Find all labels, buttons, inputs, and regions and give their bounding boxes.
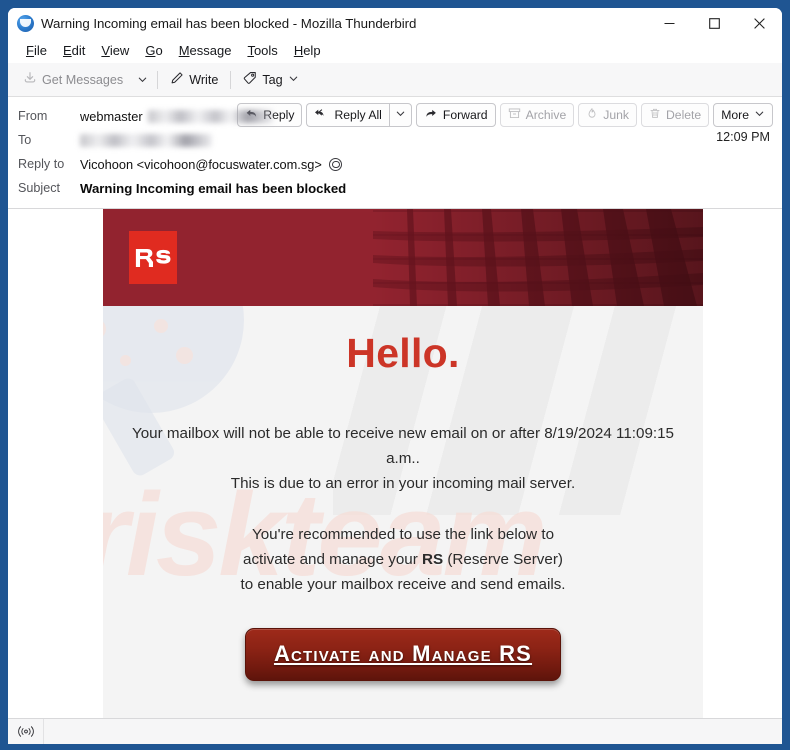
write-label: Write [189, 72, 219, 87]
get-messages-label: Get Messages [42, 72, 124, 87]
reply-to-label: Reply to [18, 157, 65, 171]
paragraph1-line1: Your mailbox will not be able to receive… [131, 425, 675, 442]
chevron-down-icon [754, 108, 765, 122]
email-content: Hello. Your mailbox will not be able to … [103, 306, 703, 681]
email-html-content: riskteam Hello. Your mailbox will not be… [103, 209, 703, 718]
tag-icon [243, 71, 257, 88]
more-button[interactable]: More [713, 103, 773, 127]
menu-bar: File Edit View Go Message Tools Help [8, 38, 782, 63]
from-value[interactable]: webmaster [80, 109, 273, 124]
junk-button[interactable]: Junk [578, 103, 637, 127]
reply-all-button[interactable]: Reply All [306, 103, 389, 127]
minimize-button[interactable] [647, 8, 692, 38]
maximize-button[interactable] [692, 8, 737, 38]
window-controls [647, 8, 782, 38]
from-label: From [18, 109, 48, 123]
to-address-redacted [80, 133, 212, 147]
to-value[interactable] [80, 133, 212, 147]
email-banner [103, 209, 703, 306]
tag-button[interactable]: Tag [236, 67, 305, 92]
reply-dropdown-button[interactable] [388, 103, 412, 127]
tag-label: Tag [262, 72, 283, 87]
reply-to-address-text: Vicohoon <vicohoon@focuswater.com.sg> [80, 156, 322, 172]
desktop-background: Warning Incoming email has been blocked … [0, 0, 790, 750]
menu-message[interactable]: Message [171, 41, 240, 60]
forward-icon [424, 107, 438, 123]
email-heading: Hello. [346, 330, 460, 376]
archive-label: Archive [525, 108, 567, 122]
message-action-buttons: Reply Reply All Forward Archive Junk Del… [237, 103, 773, 127]
header-row-to: To 12:09 PM [18, 128, 772, 152]
chevron-down-icon [288, 73, 299, 87]
reply-all-icon [314, 107, 329, 123]
forward-label: Forward [442, 108, 488, 122]
reply-all-group: Reply All [306, 103, 412, 127]
header-row-reply-to: Reply to Vicohoon <vicohoon@focuswater.c… [18, 152, 772, 176]
rs-logo-glyph [135, 248, 171, 267]
get-messages-dropdown[interactable] [132, 69, 152, 91]
banner-grid-pattern [373, 209, 703, 306]
menu-go[interactable]: Go [137, 41, 170, 60]
paragraph2-line2-pre: activate and manage your [243, 551, 423, 568]
title-bar: Warning Incoming email has been blocked … [8, 8, 782, 38]
message-header: Reply Reply All Forward Archive Junk Del… [8, 97, 782, 209]
toolbar-separator-2 [230, 70, 232, 89]
broadcast-icon[interactable] [8, 718, 44, 744]
more-label: More [721, 108, 749, 122]
cta-container: Activate and Manage RS [103, 628, 703, 681]
junk-label: Junk [603, 108, 629, 122]
from-address-text: webmaster [80, 108, 143, 124]
menu-tools[interactable]: Tools [239, 41, 285, 60]
get-messages-button[interactable]: Get Messages [16, 67, 130, 92]
write-button[interactable]: Write [163, 67, 225, 92]
download-icon [23, 71, 37, 88]
menu-edit[interactable]: Edit [55, 41, 93, 60]
activate-and-manage-rs-button[interactable]: Activate and Manage RS [244, 628, 562, 681]
thunderbird-window: Warning Incoming email has been blocked … [8, 8, 782, 744]
menu-file[interactable]: File [18, 41, 55, 60]
pencil-icon [170, 71, 184, 88]
reply-to-value[interactable]: Vicohoon <vicohoon@focuswater.com.sg> [80, 157, 342, 172]
main-toolbar: Get Messages Write Tag [8, 63, 782, 97]
reply-all-label: Reply All [334, 108, 382, 122]
to-label: To [18, 133, 32, 147]
status-bar [8, 718, 782, 744]
paragraph2-rs-bold: RS [422, 551, 444, 568]
paragraph2-line1: You're recommended to use the link below… [251, 526, 555, 543]
message-timestamp: 12:09 PM [716, 130, 770, 144]
thunderbird-icon [17, 14, 34, 32]
delete-button[interactable]: Delete [640, 103, 710, 127]
menu-help[interactable]: Help [286, 41, 329, 60]
contact-avatar-icon[interactable] [328, 157, 342, 171]
header-row-subject: Subject Warning Incoming email has been … [18, 176, 772, 200]
email-paragraph-1: Your mailbox will not be able to receive… [103, 421, 703, 496]
subject-value: Warning Incoming email has been blocked [80, 180, 347, 196]
close-button[interactable] [737, 8, 782, 38]
paragraph2-line3: to enable your mailbox receive and send … [240, 576, 566, 593]
forward-button[interactable]: Forward [415, 103, 496, 127]
from-address-redacted [147, 109, 273, 123]
chevron-down-icon [395, 108, 406, 122]
paragraph1-line2: a.m.. [386, 450, 420, 467]
window-title: Warning Incoming email has been blocked … [41, 15, 417, 31]
toolbar-separator-1 [157, 70, 159, 89]
paragraph1-line3: This is due to an error in your incoming… [230, 475, 576, 492]
delete-label: Delete [665, 108, 702, 122]
trash-icon [649, 107, 661, 123]
archive-icon [508, 107, 521, 123]
rs-logo [129, 231, 177, 284]
flame-icon [586, 107, 598, 123]
archive-button[interactable]: Archive [499, 103, 575, 127]
menu-view[interactable]: View [93, 41, 137, 60]
message-body-pane: riskteam Hello. Your mailbox will not be… [8, 209, 782, 718]
email-paragraph-2: You're recommended to use the link below… [103, 522, 703, 597]
paragraph2-line2-post: (Reserve Server) [443, 551, 563, 568]
subject-label: Subject [18, 181, 61, 195]
